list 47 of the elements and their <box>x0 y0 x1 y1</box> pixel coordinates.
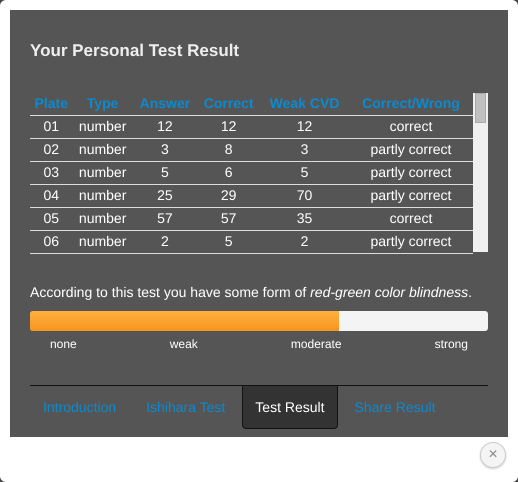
table-cell: 5 <box>260 161 349 184</box>
dialog-title: Your Personal Test Result <box>30 42 240 59</box>
table-cell: 04 <box>30 184 72 207</box>
table-cell: 3 <box>132 138 198 161</box>
table-cell: 25 <box>132 184 198 207</box>
table-cell: 12 <box>197 115 260 138</box>
table-cell: number <box>72 138 133 161</box>
table-cell: 12 <box>260 115 349 138</box>
scrollbar[interactable] <box>473 93 488 252</box>
table-cell: 06 <box>30 230 72 253</box>
table-cell: 29 <box>197 184 260 207</box>
table-cell: number <box>72 161 133 184</box>
table-cell: 2 <box>132 230 198 253</box>
table-cell: number <box>72 230 133 253</box>
table-cell: 03 <box>30 161 72 184</box>
column-header: Answer <box>132 93 198 115</box>
table-cell: 02 <box>30 138 72 161</box>
column-header: Correct <box>197 93 260 115</box>
scale-label: strong <box>434 336 468 353</box>
tab[interactable]: Share Result <box>342 386 448 429</box>
result-sentence: According to this test you have some form of red-green color blindness. <box>30 284 474 301</box>
scale-label: moderate <box>290 336 342 353</box>
table-cell: 01 <box>30 115 72 138</box>
table-cell: 57 <box>197 207 260 230</box>
table-cell: number <box>72 115 133 138</box>
table-cell: 5 <box>197 230 260 253</box>
column-header: Weak CVD <box>260 93 349 115</box>
table-cell: 70 <box>260 184 349 207</box>
tab[interactable]: Ishihara Test <box>133 386 238 429</box>
column-header: Type <box>72 93 133 115</box>
table-cell: 12 <box>132 115 198 138</box>
table-cell: 35 <box>260 207 349 230</box>
table-cell: 2 <box>260 230 349 253</box>
scale-label: none <box>50 336 77 353</box>
tab[interactable]: Introduction <box>30 386 130 429</box>
table-cell: number <box>72 184 133 207</box>
table-cell: 8 <box>197 138 260 161</box>
table-cell: 5 <box>132 161 198 184</box>
tab[interactable]: Test Result <box>242 386 338 429</box>
column-header: Plate <box>30 93 72 115</box>
table-cell: 3 <box>260 138 349 161</box>
table-cell: 6 <box>197 161 260 184</box>
table-cell: 57 <box>132 207 198 230</box>
scale-label: weak <box>170 336 198 353</box>
table-cell: number <box>72 207 133 230</box>
table-cell: 05 <box>30 207 72 230</box>
close-button[interactable]: × <box>480 442 506 468</box>
